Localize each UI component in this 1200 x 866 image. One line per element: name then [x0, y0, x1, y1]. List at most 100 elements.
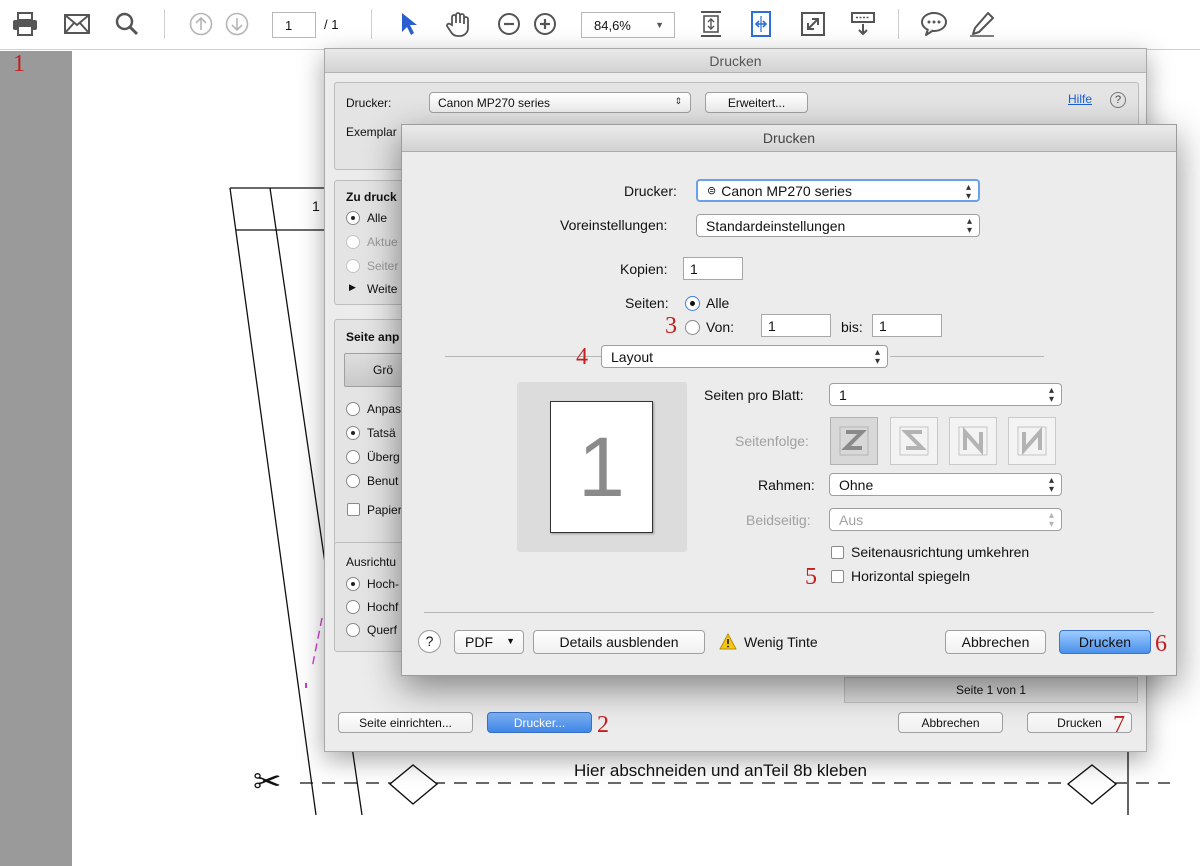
page-preview-frame: 1: [517, 382, 687, 552]
printer-label: Drucker:: [346, 96, 392, 110]
pdf-menu-button[interactable]: PDF ▼: [454, 630, 524, 654]
page-order-reverse-z-icon[interactable]: [890, 417, 938, 465]
pages-to-label: bis:: [841, 319, 863, 335]
annotation-number: 3: [665, 313, 677, 339]
duplex-label: Beidseitig:: [746, 512, 811, 528]
pages-all-label: Alle: [706, 295, 730, 311]
help-button[interactable]: ?: [418, 630, 441, 653]
pattern-piece-label: 1: [312, 198, 320, 214]
printer-label: Drucker:: [624, 183, 677, 199]
pages-all-label: Alle: [367, 211, 388, 225]
reverse-orientation-label: Seitenausrichtung umkehren: [851, 544, 1030, 560]
copies-input[interactable]: 1: [683, 257, 743, 280]
cancel-button[interactable]: Abbrechen: [945, 630, 1046, 654]
low-ink-warning: Wenig Tinte: [744, 634, 818, 650]
annotation-number: 6: [1155, 631, 1167, 657]
pages-per-sheet-value: 1: [839, 386, 847, 403]
printer-value: Canon MP270 series: [721, 182, 852, 199]
landscape-radio[interactable]: [346, 623, 360, 637]
print-button[interactable]: Drucken: [1059, 630, 1151, 654]
flip-horizontal-checkbox[interactable]: [831, 570, 844, 583]
presets-dropdown[interactable]: Standardeinstellungen ▴ ▾: [696, 214, 980, 237]
annotation-number: 5: [805, 564, 817, 590]
page-order-n-icon[interactable]: [949, 417, 997, 465]
chevron-updown-icon: ⇕: [674, 96, 682, 106]
fit-section-title: Seite anp: [346, 330, 400, 344]
pages-all-radio[interactable]: [346, 211, 360, 225]
actual-size-label: Tatsä: [367, 426, 396, 440]
pages-all-radio[interactable]: [685, 296, 700, 311]
section-value: Layout: [611, 348, 654, 365]
page-setup-button[interactable]: Seite einrichten...: [338, 712, 473, 733]
footer-divider: [424, 612, 1154, 613]
chevron-updown-icon: ▴ ▾: [1048, 385, 1054, 405]
pages-per-sheet-label: Seiten pro Blatt:: [704, 387, 804, 403]
page-indicator: Seite 1 von 1: [844, 677, 1138, 703]
page-order-z-icon[interactable]: [830, 417, 878, 465]
flip-horizontal-label: Horizontal spiegeln: [851, 568, 971, 584]
pages-from-input[interactable]: 1: [761, 314, 831, 337]
reverse-orientation-checkbox[interactable]: [831, 546, 844, 559]
duplex-dropdown[interactable]: Aus ▴ ▾: [829, 508, 1062, 531]
pages-section-title: Zu druck: [346, 190, 397, 204]
printer-dropdown[interactable]: ⊜ Canon MP270 series ▴ ▾: [696, 179, 980, 202]
paper-source-checkbox[interactable]: [347, 503, 360, 516]
oversize-label: Überg: [367, 450, 400, 464]
portrait-label: Hochf: [367, 600, 399, 614]
portrait-radio[interactable]: [346, 600, 360, 614]
page-preview-sheet: 1: [550, 401, 653, 533]
annotation-number: 2: [597, 712, 609, 738]
printer-status-icon: ⊜: [707, 185, 717, 197]
page-order-label: Seitenfolge:: [735, 433, 809, 449]
pages-to-input[interactable]: 1: [872, 314, 942, 337]
presets-value: Standardeinstellungen: [706, 217, 846, 234]
scissors-icon: ✂: [253, 763, 282, 801]
pages-current-radio[interactable]: [346, 235, 360, 249]
section-dropdown[interactable]: Layout ▴ ▾: [601, 345, 888, 368]
duplex-value: Aus: [839, 511, 864, 528]
pages-label: Seiten:: [625, 295, 669, 311]
annotation-number: 7: [1113, 712, 1125, 738]
fit-option-label: Anpas: [367, 402, 402, 416]
chevron-updown-icon: ▴ ▾: [874, 347, 880, 367]
landscape-label: Querf: [367, 623, 398, 637]
page-order-reverse-n-icon[interactable]: [1008, 417, 1056, 465]
dialog-title: Drucken: [402, 125, 1176, 152]
fit-option-radio[interactable]: [346, 402, 360, 416]
more-options-label[interactable]: Weite: [367, 282, 397, 296]
hide-details-button[interactable]: Details ausblenden: [533, 630, 705, 654]
mac-print-dialog: Drucken Drucker: ⊜ Canon MP270 series ▴ ▾…: [401, 124, 1177, 676]
portrait-landscape-auto-label: Hoch-: [367, 577, 400, 591]
chevron-updown-icon: ▴ ▾: [1048, 510, 1054, 530]
chevron-updown-icon: ▴ ▾: [966, 216, 972, 236]
chevron-updown-icon: ▴ ▾: [1048, 475, 1054, 495]
custom-scale-label: Benut: [367, 474, 399, 488]
help-icon[interactable]: ?: [1110, 92, 1126, 108]
disclosure-triangle-icon[interactable]: ▶: [349, 282, 356, 293]
chevron-updown-icon: ▴ ▾: [965, 182, 971, 202]
pages-range-radio[interactable]: [346, 259, 360, 273]
portrait-landscape-auto-radio[interactable]: [346, 577, 360, 591]
custom-scale-radio[interactable]: [346, 474, 360, 488]
acrobat-cancel-button[interactable]: Abbrechen: [898, 712, 1003, 733]
help-link[interactable]: Hilfe: [1068, 92, 1092, 106]
preview-page-number: 1: [578, 420, 625, 514]
section-divider: [890, 356, 1044, 357]
actual-size-radio[interactable]: [346, 426, 360, 440]
pages-per-sheet-dropdown[interactable]: 1 ▴ ▾: [829, 383, 1062, 406]
pages-range-label: Seiter: [367, 259, 399, 273]
dialog-title: Drucken: [325, 49, 1146, 73]
border-dropdown[interactable]: Ohne ▴ ▾: [829, 473, 1062, 496]
presets-label: Voreinstellungen:: [560, 217, 668, 233]
cut-line-instruction: Hier abschneiden und anTeil 8b kleben: [574, 761, 867, 780]
orientation-section-title: Ausrichtu: [346, 555, 397, 569]
printer-button[interactable]: Drucker...: [487, 712, 592, 733]
oversize-radio[interactable]: [346, 450, 360, 464]
printer-dropdown[interactable]: Canon MP270 series ⇕: [429, 92, 691, 113]
border-label: Rahmen:: [758, 477, 815, 493]
pages-from-radio[interactable]: [685, 320, 700, 335]
advanced-button[interactable]: Erweitert...: [705, 92, 808, 113]
copies-label: Kopien:: [620, 261, 668, 277]
printer-value: Canon MP270 series: [438, 95, 551, 110]
border-value: Ohne: [839, 476, 874, 493]
